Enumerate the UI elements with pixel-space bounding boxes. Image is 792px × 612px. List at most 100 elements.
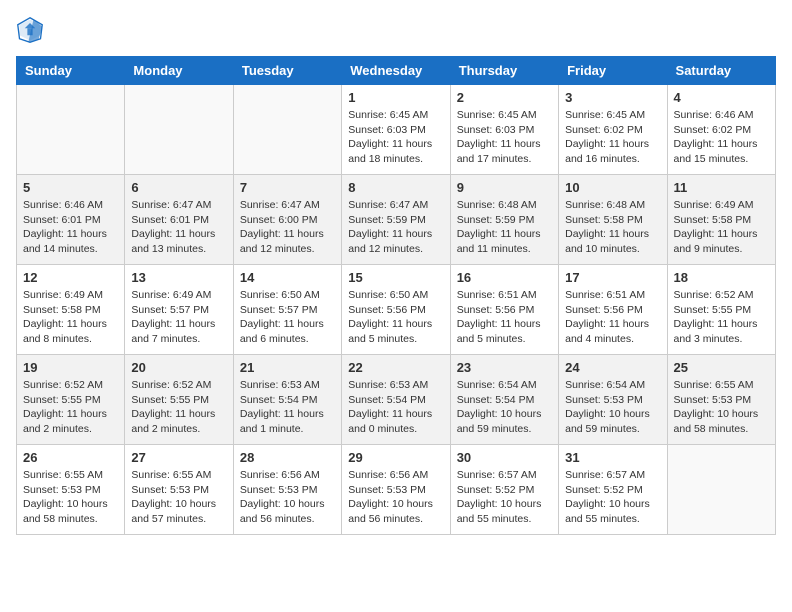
- calendar-day-9: 9 Sunrise: 6:48 AM Sunset: 5:59 PM Daylig…: [450, 175, 558, 265]
- calendar-day-28: 28 Sunrise: 6:56 AM Sunset: 5:53 PM Dayli…: [233, 445, 341, 535]
- calendar-day-29: 29 Sunrise: 6:56 AM Sunset: 5:53 PM Dayli…: [342, 445, 450, 535]
- calendar-day-16: 16 Sunrise: 6:51 AM Sunset: 5:56 PM Dayli…: [450, 265, 558, 355]
- calendar-week-row: 19 Sunrise: 6:52 AM Sunset: 5:55 PM Dayli…: [17, 355, 776, 445]
- calendar-empty-cell: [125, 85, 233, 175]
- day-info: Sunrise: 6:51 AM Sunset: 5:56 PM Dayligh…: [457, 288, 552, 347]
- day-number: 29: [348, 450, 443, 465]
- day-info: Sunrise: 6:57 AM Sunset: 5:52 PM Dayligh…: [565, 468, 660, 527]
- logo-icon: [16, 16, 44, 44]
- calendar-day-20: 20 Sunrise: 6:52 AM Sunset: 5:55 PM Dayli…: [125, 355, 233, 445]
- day-number: 14: [240, 270, 335, 285]
- calendar-day-25: 25 Sunrise: 6:55 AM Sunset: 5:53 PM Dayli…: [667, 355, 775, 445]
- calendar-day-10: 10 Sunrise: 6:48 AM Sunset: 5:58 PM Dayli…: [559, 175, 667, 265]
- calendar-day-4: 4Sunrise: 6:46 AM Sunset: 6:02 PM Daylig…: [667, 85, 775, 175]
- day-info: Sunrise: 6:47 AM Sunset: 6:01 PM Dayligh…: [131, 198, 226, 257]
- day-info: Sunrise: 6:47 AM Sunset: 5:59 PM Dayligh…: [348, 198, 443, 257]
- calendar-day-24: 24Sunrise: 6:54 AM Sunset: 5:53 PM Dayli…: [559, 355, 667, 445]
- day-number: 17: [565, 270, 660, 285]
- day-info: Sunrise: 6:45 AM Sunset: 6:03 PM Dayligh…: [348, 108, 443, 167]
- calendar-day-18: 18 Sunrise: 6:52 AM Sunset: 5:55 PM Dayli…: [667, 265, 775, 355]
- day-info: Sunrise: 6:45 AM Sunset: 6:03 PM Dayligh…: [457, 108, 552, 167]
- page-header: [16, 16, 776, 44]
- calendar-day-17: 17 Sunrise: 6:51 AM Sunset: 5:56 PM Dayli…: [559, 265, 667, 355]
- day-number: 5: [23, 180, 118, 195]
- calendar-header-row: SundayMondayTuesdayWednesdayThursdayFrid…: [17, 57, 776, 85]
- calendar-day-8: 8Sunrise: 6:47 AM Sunset: 5:59 PM Daylig…: [342, 175, 450, 265]
- calendar-day-11: 11 Sunrise: 6:49 AM Sunset: 5:58 PM Dayli…: [667, 175, 775, 265]
- calendar-day-2: 2 Sunrise: 6:45 AM Sunset: 6:03 PM Daylig…: [450, 85, 558, 175]
- day-number: 4: [674, 90, 769, 105]
- calendar-day-27: 27 Sunrise: 6:55 AM Sunset: 5:53 PM Dayli…: [125, 445, 233, 535]
- day-info: Sunrise: 6:52 AM Sunset: 5:55 PM Dayligh…: [131, 378, 226, 437]
- day-info: Sunrise: 6:46 AM Sunset: 6:01 PM Dayligh…: [23, 198, 118, 257]
- day-info: Sunrise: 6:55 AM Sunset: 5:53 PM Dayligh…: [131, 468, 226, 527]
- col-header-saturday: Saturday: [667, 57, 775, 85]
- calendar-empty-cell: [17, 85, 125, 175]
- day-info: Sunrise: 6:50 AM Sunset: 5:56 PM Dayligh…: [348, 288, 443, 347]
- calendar-day-1: 1Sunrise: 6:45 AM Sunset: 6:03 PM Daylig…: [342, 85, 450, 175]
- col-header-tuesday: Tuesday: [233, 57, 341, 85]
- day-number: 7: [240, 180, 335, 195]
- day-info: Sunrise: 6:48 AM Sunset: 5:58 PM Dayligh…: [565, 198, 660, 257]
- day-number: 22: [348, 360, 443, 375]
- calendar-empty-cell: [667, 445, 775, 535]
- day-info: Sunrise: 6:53 AM Sunset: 5:54 PM Dayligh…: [348, 378, 443, 437]
- col-header-friday: Friday: [559, 57, 667, 85]
- col-header-wednesday: Wednesday: [342, 57, 450, 85]
- day-number: 26: [23, 450, 118, 465]
- calendar-week-row: 26 Sunrise: 6:55 AM Sunset: 5:53 PM Dayli…: [17, 445, 776, 535]
- day-number: 2: [457, 90, 552, 105]
- day-info: Sunrise: 6:52 AM Sunset: 5:55 PM Dayligh…: [23, 378, 118, 437]
- calendar-week-row: 12 Sunrise: 6:49 AM Sunset: 5:58 PM Dayli…: [17, 265, 776, 355]
- day-info: Sunrise: 6:56 AM Sunset: 5:53 PM Dayligh…: [240, 468, 335, 527]
- col-header-sunday: Sunday: [17, 57, 125, 85]
- day-info: Sunrise: 6:54 AM Sunset: 5:54 PM Dayligh…: [457, 378, 552, 437]
- calendar-week-row: 5 Sunrise: 6:46 AM Sunset: 6:01 PM Daylig…: [17, 175, 776, 265]
- day-number: 27: [131, 450, 226, 465]
- day-info: Sunrise: 6:50 AM Sunset: 5:57 PM Dayligh…: [240, 288, 335, 347]
- day-info: Sunrise: 6:55 AM Sunset: 5:53 PM Dayligh…: [674, 378, 769, 437]
- day-number: 31: [565, 450, 660, 465]
- day-info: Sunrise: 6:45 AM Sunset: 6:02 PM Dayligh…: [565, 108, 660, 167]
- day-number: 25: [674, 360, 769, 375]
- calendar-day-12: 12 Sunrise: 6:49 AM Sunset: 5:58 PM Dayli…: [17, 265, 125, 355]
- day-number: 11: [674, 180, 769, 195]
- day-number: 12: [23, 270, 118, 285]
- day-info: Sunrise: 6:49 AM Sunset: 5:57 PM Dayligh…: [131, 288, 226, 347]
- calendar-day-22: 22 Sunrise: 6:53 AM Sunset: 5:54 PM Dayli…: [342, 355, 450, 445]
- calendar-day-26: 26 Sunrise: 6:55 AM Sunset: 5:53 PM Dayli…: [17, 445, 125, 535]
- day-info: Sunrise: 6:49 AM Sunset: 5:58 PM Dayligh…: [23, 288, 118, 347]
- calendar-day-7: 7 Sunrise: 6:47 AM Sunset: 6:00 PM Daylig…: [233, 175, 341, 265]
- day-info: Sunrise: 6:51 AM Sunset: 5:56 PM Dayligh…: [565, 288, 660, 347]
- day-number: 16: [457, 270, 552, 285]
- day-info: Sunrise: 6:56 AM Sunset: 5:53 PM Dayligh…: [348, 468, 443, 527]
- calendar-week-row: 1Sunrise: 6:45 AM Sunset: 6:03 PM Daylig…: [17, 85, 776, 175]
- day-number: 9: [457, 180, 552, 195]
- day-number: 3: [565, 90, 660, 105]
- calendar-day-3: 3 Sunrise: 6:45 AM Sunset: 6:02 PM Daylig…: [559, 85, 667, 175]
- day-info: Sunrise: 6:48 AM Sunset: 5:59 PM Dayligh…: [457, 198, 552, 257]
- day-number: 21: [240, 360, 335, 375]
- day-number: 13: [131, 270, 226, 285]
- calendar-day-21: 21Sunrise: 6:53 AM Sunset: 5:54 PM Dayli…: [233, 355, 341, 445]
- calendar-table: SundayMondayTuesdayWednesdayThursdayFrid…: [16, 56, 776, 535]
- day-number: 18: [674, 270, 769, 285]
- calendar-day-5: 5 Sunrise: 6:46 AM Sunset: 6:01 PM Daylig…: [17, 175, 125, 265]
- day-info: Sunrise: 6:47 AM Sunset: 6:00 PM Dayligh…: [240, 198, 335, 257]
- day-info: Sunrise: 6:52 AM Sunset: 5:55 PM Dayligh…: [674, 288, 769, 347]
- day-info: Sunrise: 6:57 AM Sunset: 5:52 PM Dayligh…: [457, 468, 552, 527]
- day-number: 23: [457, 360, 552, 375]
- calendar-day-13: 13 Sunrise: 6:49 AM Sunset: 5:57 PM Dayli…: [125, 265, 233, 355]
- calendar-day-31: 31 Sunrise: 6:57 AM Sunset: 5:52 PM Dayli…: [559, 445, 667, 535]
- col-header-thursday: Thursday: [450, 57, 558, 85]
- day-number: 19: [23, 360, 118, 375]
- day-number: 20: [131, 360, 226, 375]
- day-info: Sunrise: 6:49 AM Sunset: 5:58 PM Dayligh…: [674, 198, 769, 257]
- day-number: 28: [240, 450, 335, 465]
- day-info: Sunrise: 6:55 AM Sunset: 5:53 PM Dayligh…: [23, 468, 118, 527]
- calendar-day-30: 30Sunrise: 6:57 AM Sunset: 5:52 PM Dayli…: [450, 445, 558, 535]
- day-number: 15: [348, 270, 443, 285]
- day-number: 10: [565, 180, 660, 195]
- calendar-day-15: 15 Sunrise: 6:50 AM Sunset: 5:56 PM Dayli…: [342, 265, 450, 355]
- day-number: 24: [565, 360, 660, 375]
